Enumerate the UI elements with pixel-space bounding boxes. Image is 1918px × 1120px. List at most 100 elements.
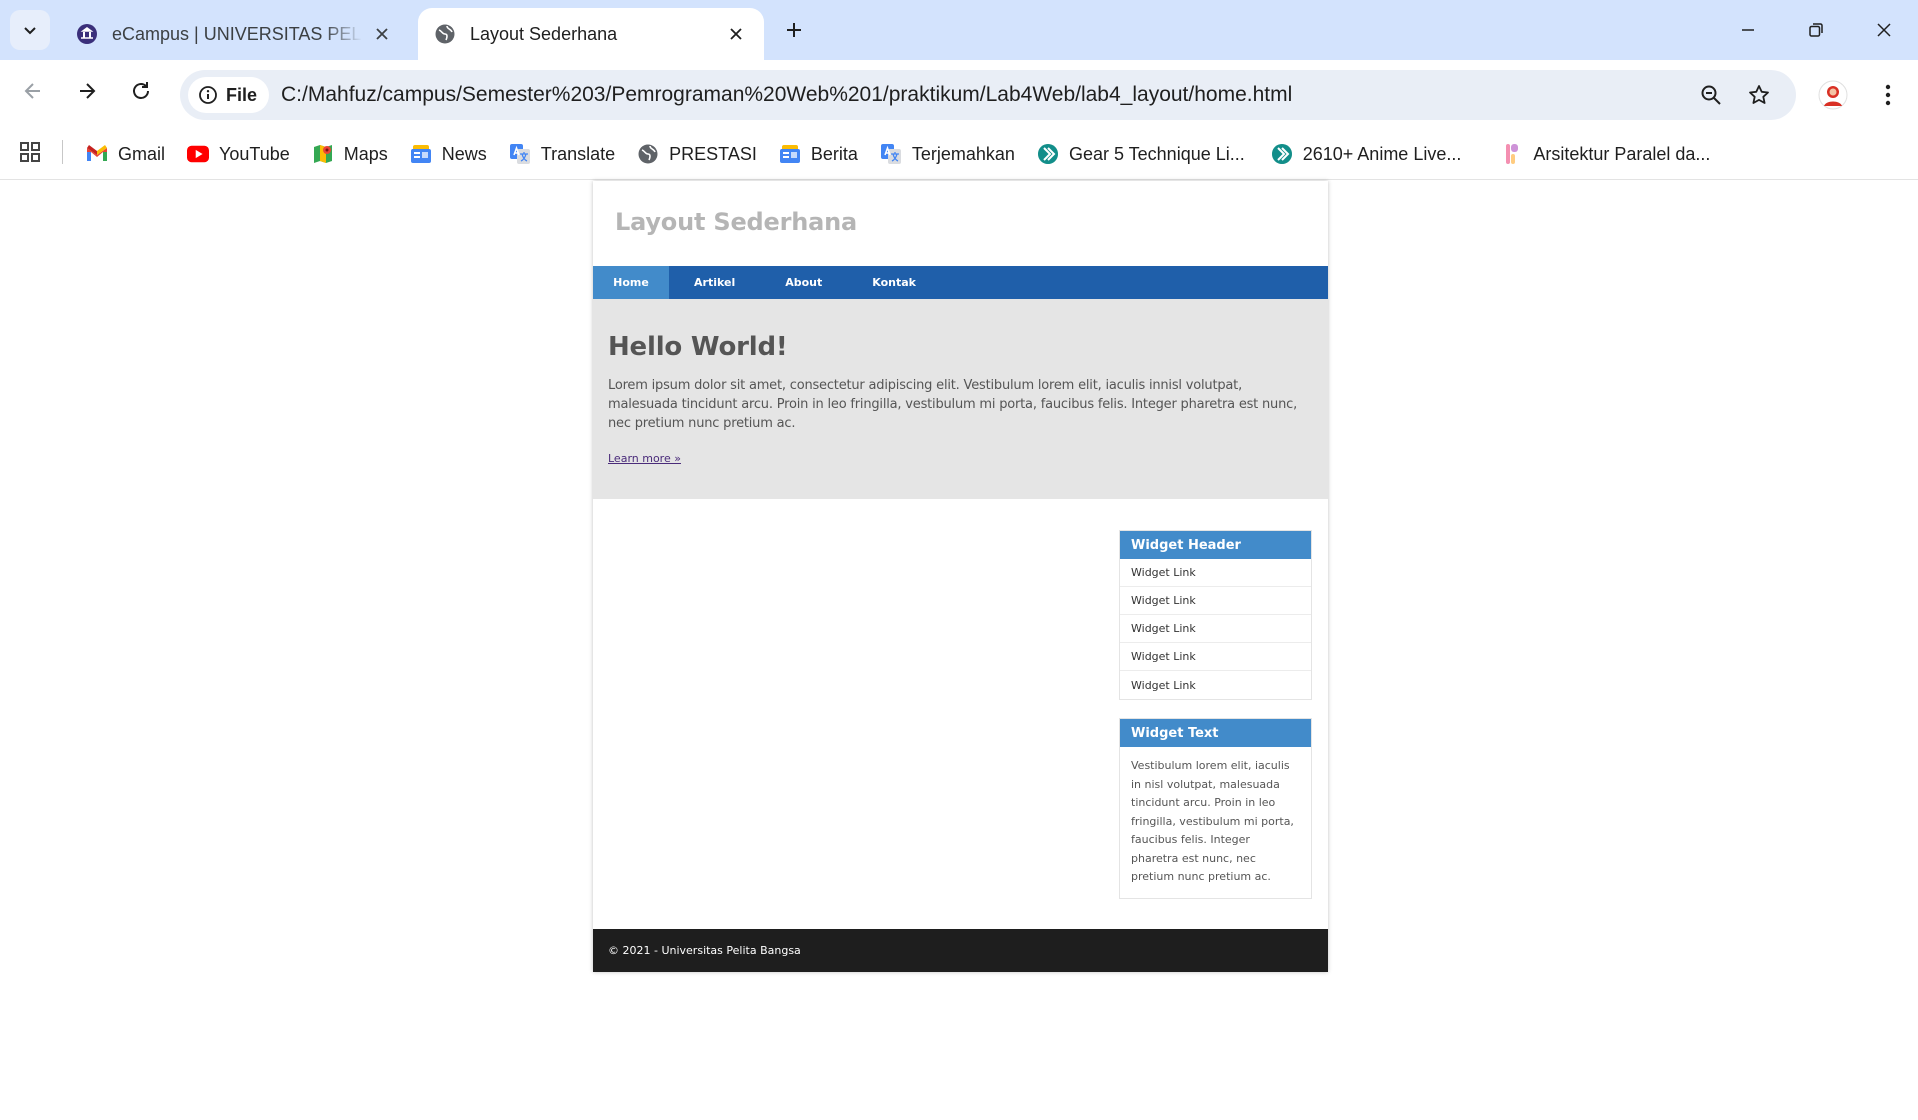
sidebar: Widget Header Widget Link Widget Link Wi…	[1119, 530, 1312, 917]
plus-icon	[787, 23, 801, 37]
bookmark-label: News	[441, 143, 487, 164]
close-icon[interactable]	[370, 22, 394, 46]
main-nav: Home Artikel About Kontak	[593, 266, 1328, 299]
bookmark-label: 2610+ Anime Live...	[1302, 143, 1462, 164]
bookmark-label: Translate	[540, 143, 616, 164]
widget-header: Widget Header	[1120, 531, 1311, 559]
hero-paragraph: Lorem ipsum dolor sit amet, consectetur …	[608, 378, 1298, 431]
arrow-left-icon	[24, 83, 40, 99]
site-info-chip[interactable]: File	[188, 77, 270, 113]
new-tab-button[interactable]	[780, 16, 808, 44]
nav-item-kontak[interactable]: Kontak	[847, 266, 941, 299]
profile-avatar[interactable]	[1818, 80, 1848, 110]
reload-button[interactable]	[124, 74, 158, 108]
hero-section: Hello World! Lorem ipsum dolor sit amet,…	[593, 299, 1328, 499]
bookmark-maps[interactable]: Maps	[312, 143, 388, 165]
url-text[interactable]: C:/Mahfuz/campus/Semester%203/Pemrograma…	[281, 83, 1292, 107]
browser-menu-button[interactable]	[1874, 80, 1902, 110]
zoom-button[interactable]	[1696, 80, 1726, 110]
bookmark-terjemahkan[interactable]: Terjemahkan	[880, 143, 1015, 165]
globe-icon	[637, 143, 659, 165]
more-vertical-icon	[1885, 84, 1891, 106]
tab-title: eCampus | UNIVERSITAS PELITA BANGSA	[112, 23, 362, 44]
footer-text: © 2021 - Universitas Pelita Bangsa	[608, 944, 801, 957]
close-window-button[interactable]	[1850, 0, 1918, 60]
news-icon	[410, 143, 432, 165]
translate-icon	[509, 143, 531, 165]
tab-ecampus[interactable]: eCampus | UNIVERSITAS PELITA BANGSA	[60, 8, 410, 60]
tab-strip: eCampus | UNIVERSITAS PELITA BANGSA Layo…	[0, 0, 1918, 60]
site-title: Layout Sederhana	[615, 208, 858, 236]
bookmark-gear5[interactable]: Gear 5 Technique Li...	[1037, 143, 1245, 165]
forward-button[interactable]	[70, 74, 104, 108]
play-arrow-icon	[1037, 143, 1059, 165]
close-icon	[1877, 23, 1891, 37]
youtube-icon	[187, 143, 210, 165]
bookmark-berita[interactable]: Berita	[779, 143, 858, 165]
widget-text: Widget Text Vestibulum lorem elit, iacul…	[1119, 718, 1312, 899]
university-logo-icon	[76, 23, 98, 45]
widget-text-header: Widget Text	[1120, 719, 1311, 747]
bookmark-translate[interactable]: Translate	[509, 143, 615, 165]
bookmark-star-button[interactable]	[1744, 80, 1774, 110]
minimize-button[interactable]	[1714, 0, 1782, 60]
tab-layout-sederhana[interactable]: Layout Sederhana	[418, 8, 764, 60]
hero-heading: Hello World!	[608, 332, 788, 362]
translate-icon	[880, 143, 902, 165]
globe-icon	[434, 23, 456, 45]
widget-links: Widget Header Widget Link Widget Link Wi…	[1119, 530, 1312, 700]
bookmark-label: Arsitektur Paralel da...	[1533, 143, 1711, 164]
avatar-icon	[1818, 80, 1848, 110]
arrow-right-icon	[80, 83, 96, 99]
bookmark-arsitektur[interactable]: Arsitektur Paralel da...	[1501, 143, 1710, 165]
nav-item-about[interactable]: About	[760, 266, 847, 299]
zoom-icon	[1701, 85, 1721, 105]
info-icon	[199, 86, 217, 104]
page-footer: © 2021 - Universitas Pelita Bangsa	[593, 929, 1328, 972]
nav-item-artikel[interactable]: Artikel	[669, 266, 760, 299]
minimize-icon	[1742, 29, 1754, 31]
restore-button[interactable]	[1782, 0, 1850, 60]
scheme-label: File	[226, 84, 258, 105]
bookmark-label: Berita	[810, 143, 858, 164]
bookmarks-bar: Gmail YouTube Maps News Translate PRESTA…	[0, 128, 1918, 180]
address-bar[interactable]: File C:/Mahfuz/campus/Semester%203/Pemro…	[180, 70, 1796, 120]
gmail-icon	[86, 143, 108, 165]
play-arrow-icon	[1271, 143, 1293, 165]
page-container: Layout Sederhana Home Artikel About Kont…	[593, 181, 1328, 972]
maps-icon	[312, 143, 334, 165]
bookmark-news[interactable]: News	[410, 143, 487, 165]
bookmark-label: PRESTASI	[669, 143, 757, 164]
bookmark-anime-live[interactable]: 2610+ Anime Live...	[1271, 143, 1462, 165]
apps-grid-icon	[20, 142, 40, 162]
tab-search-button[interactable]	[10, 10, 50, 50]
bookmark-label: Gear 5 Technique Li...	[1068, 143, 1245, 164]
bookmark-label: Maps	[343, 143, 388, 164]
document-icon	[1501, 143, 1523, 165]
star-icon	[1749, 85, 1769, 104]
bookmark-youtube[interactable]: YouTube	[187, 143, 290, 165]
nav-item-home[interactable]: Home	[593, 266, 669, 299]
restore-icon	[1809, 23, 1823, 37]
close-icon[interactable]	[724, 22, 748, 46]
widget-link[interactable]: Widget Link	[1120, 559, 1311, 587]
bookmark-label: YouTube	[219, 143, 290, 164]
tab-title: Layout Sederhana	[470, 23, 618, 44]
bookmark-label: Terjemahkan	[911, 143, 1015, 164]
chevron-down-icon	[24, 27, 36, 35]
back-button[interactable]	[16, 74, 50, 108]
reload-icon	[133, 82, 149, 99]
bookmark-prestasi[interactable]: PRESTASI	[637, 143, 757, 165]
widget-link[interactable]: Widget Link	[1120, 671, 1311, 699]
bookmark-gmail[interactable]: Gmail	[86, 143, 165, 165]
widget-link[interactable]: Widget Link	[1120, 615, 1311, 643]
widget-link[interactable]: Widget Link	[1120, 587, 1311, 615]
learn-more-link[interactable]: Learn more »	[608, 452, 681, 465]
apps-button[interactable]	[16, 138, 44, 166]
news-icon	[779, 143, 801, 165]
bookmark-label: Gmail	[118, 143, 166, 164]
bookmarks-separator	[62, 140, 63, 164]
page-viewport: Layout Sederhana Home Artikel About Kont…	[0, 181, 1918, 1120]
widget-text-body: Vestibulum lorem elit, iaculis in nisl v…	[1131, 759, 1294, 883]
widget-link[interactable]: Widget Link	[1120, 643, 1311, 671]
